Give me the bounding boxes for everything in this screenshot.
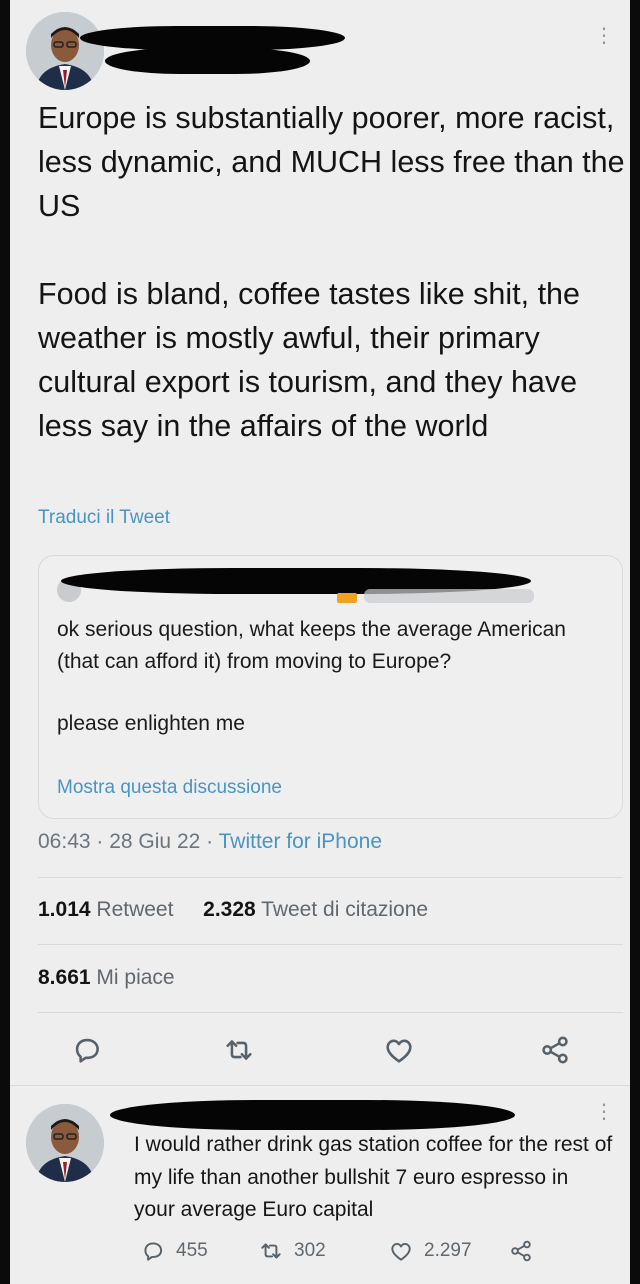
redacted-quoted-handle [364, 589, 534, 603]
translate-tweet-link[interactable]: Traduci il Tweet [38, 507, 170, 529]
show-thread-link[interactable]: Mostra questa discussione [57, 777, 282, 799]
likes-stat[interactable]: 8.661 Mi piace [38, 966, 175, 990]
reply-action-bar: 455 302 2.297 [130, 1238, 550, 1268]
tweet-paragraph: Food is bland, coffee tastes like shit, … [38, 277, 580, 443]
quoted-paragraph: please enlighten me [57, 712, 245, 735]
reply-author-avatar[interactable] [26, 1104, 104, 1182]
reply-more-options-icon[interactable]: ⋮ [594, 1100, 614, 1124]
reply-retweets-button[interactable]: 302 [258, 1238, 326, 1264]
reply-likes-count: 2.297 [424, 1240, 472, 1261]
quotes-label: Tweet di citazione [261, 898, 429, 921]
reply-replies-button[interactable]: 455 [140, 1238, 208, 1264]
reply-likes-button[interactable]: 2.297 [388, 1238, 472, 1264]
reply-icon [144, 1242, 163, 1261]
divider [38, 877, 623, 878]
retweets-label: Retweet [96, 898, 174, 921]
separator-dot: · [96, 830, 110, 853]
like-icon [391, 1242, 411, 1261]
reply-icon[interactable] [70, 1033, 104, 1067]
like-icon[interactable] [382, 1033, 416, 1067]
quoted-tweet-card[interactable]: ok serious question, what keeps the aver… [38, 555, 623, 819]
share-icon [511, 1240, 531, 1262]
share-icon[interactable] [538, 1033, 572, 1067]
divider [38, 1012, 623, 1013]
tweet-timestamp: 06:43 · 28 Giu 22 · Twitter for iPhone [38, 830, 382, 854]
tweet-source-link[interactable]: Twitter for iPhone [219, 830, 382, 853]
tweet-detail-screen: ⋮ Europe is substantially poorer, more r… [10, 0, 630, 1284]
section-separator [10, 1085, 630, 1086]
engagement-stats: 1.014 Retweet 2.328 Tweet di citazione [38, 898, 428, 922]
quoted-tweet-text: ok serious question, what keeps the aver… [57, 614, 597, 740]
quotes-count: 2.328 [203, 898, 256, 921]
reply-replies-count: 455 [176, 1240, 208, 1261]
retweet-icon[interactable] [222, 1033, 256, 1067]
tweet-time: 06:43 [38, 830, 91, 853]
tweet-date: 28 Giu 22 [109, 830, 201, 853]
retweets-count: 1.014 [38, 898, 91, 921]
reply-text: I would rather drink gas station coffee … [134, 1133, 613, 1221]
likes-label: Mi piace [96, 966, 175, 989]
redacted-author-handle [105, 48, 310, 74]
tweet-paragraph: Europe is substantially poorer, more rac… [38, 101, 625, 223]
redacted-author-name [80, 26, 345, 50]
more-options-icon[interactable]: ⋮ [594, 24, 614, 48]
retweet-icon [261, 1243, 281, 1259]
redacted-reply-author [110, 1100, 515, 1130]
likes-count: 8.661 [38, 966, 91, 989]
separator-dot: · [206, 830, 219, 853]
reply-retweets-count: 302 [294, 1240, 326, 1261]
author-avatar[interactable] [26, 12, 104, 90]
quoted-author-emoji [337, 593, 357, 603]
divider [38, 944, 623, 945]
quotes-stat[interactable]: 2.328 Tweet di citazione [203, 898, 428, 921]
retweets-stat[interactable]: 1.014 Retweet [38, 898, 173, 921]
tweet-text: Europe is substantially poorer, more rac… [38, 96, 628, 448]
quoted-paragraph: ok serious question, what keeps the aver… [57, 618, 566, 673]
reply-share-button[interactable] [508, 1238, 544, 1264]
